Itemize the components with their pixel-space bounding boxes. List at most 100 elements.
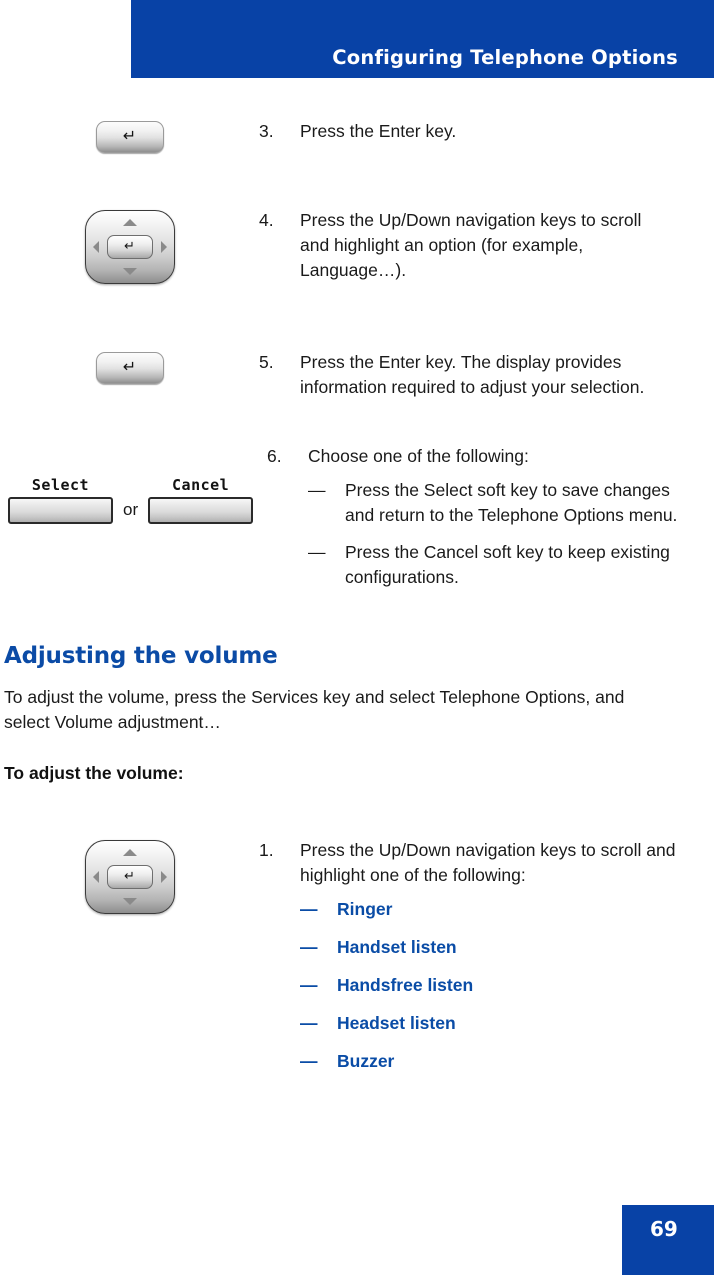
volume-option-label: Headset listen — [337, 1013, 456, 1033]
page-header-band: Configuring Telephone Options — [131, 0, 714, 78]
step-text: Choose one of the following: — [308, 444, 694, 469]
text-run: Press the — [345, 542, 424, 562]
step-row: ↵ 3. Press the Enter key. — [0, 119, 714, 153]
volume-option-item: — Handsfree listen — [300, 973, 694, 998]
emphasis-term: Language… — [300, 260, 396, 280]
enter-arrow-glyph: ↵ — [124, 238, 135, 254]
step-body: 3. Press the Enter key. — [259, 119, 714, 144]
step-number: 1. — [259, 840, 274, 860]
nav-left-triangle-icon — [92, 241, 99, 253]
sub-list-item-text: Press the Select soft key to save change… — [345, 478, 678, 528]
step-number: 4. — [259, 210, 274, 230]
sub-list-item: — Press the Select soft key to save chang… — [308, 478, 678, 528]
nav-down-triangle-icon — [122, 268, 137, 275]
step-number: 6. — [267, 446, 282, 466]
text-run: key and select — [318, 687, 440, 707]
volume-option-item: — Buzzer — [300, 1049, 694, 1074]
text-run: Press the — [300, 210, 379, 230]
step-row: ↵ 4. Press the Up/Down navigation keys t… — [0, 208, 714, 284]
step-body: 6. Choose one of the following: — Press t… — [267, 444, 714, 590]
emphasis-term: Cancel — [423, 542, 479, 562]
enter-key-icon: ↵ — [95, 121, 164, 153]
text-run: Press the — [300, 121, 379, 141]
text-run: Choose one of the following: — [308, 446, 529, 466]
step-number: 3. — [259, 121, 274, 141]
cancel-softkey-button[interactable] — [148, 497, 254, 524]
volume-option-label: Ringer — [337, 899, 393, 919]
em-dash-bullet: — — [300, 975, 318, 995]
text-run: menu. — [623, 505, 678, 525]
text-run: To adjust the volume, press the — [4, 687, 252, 707]
section-adjusting-volume: Adjusting the volume To adjust the volum… — [0, 643, 714, 786]
emphasis-term: Services — [251, 687, 319, 707]
volume-option-label: Handsfree listen — [337, 975, 474, 995]
text-run: Press the — [300, 840, 379, 860]
em-dash-bullet: — — [308, 542, 326, 562]
nav-up-triangle-icon — [122, 219, 137, 226]
volume-option-label: Handset listen — [337, 937, 457, 957]
cancel-softkey-label: Cancel — [172, 476, 230, 494]
nav-center-enter-key-icon: ↵ — [106, 235, 153, 259]
emphasis-term: Up/Down — [378, 840, 451, 860]
enter-arrow-glyph: ↵ — [124, 868, 135, 884]
step-illustration: Select or Cancel — [0, 444, 267, 524]
emphasis-term: Volume adjustment… — [54, 712, 221, 732]
enter-arrow-glyph: ↵ — [122, 357, 137, 376]
nav-right-triangle-icon — [160, 871, 167, 883]
step-illustration: ↵ — [0, 350, 259, 384]
step-body: 4. Press the Up/Down navigation keys to … — [259, 208, 714, 283]
step-body: 5. Press the Enter key. The display prov… — [259, 350, 714, 400]
step-row: ↵ 5. Press the Enter key. The display pr… — [0, 350, 714, 400]
em-dash-bullet: — — [300, 1051, 318, 1071]
text-run: Press the — [345, 480, 424, 500]
softkey-or-label: or — [123, 500, 139, 519]
footer-page-box: 69 — [622, 1205, 714, 1275]
section-paragraph: To adjust the volume, press the Services… — [4, 685, 652, 735]
em-dash-bullet: — — [300, 937, 318, 957]
nav-left-triangle-icon — [92, 871, 99, 883]
text-run: key. — [420, 121, 457, 141]
step-row: Select or Cancel 6. Choose one of the fo… — [0, 444, 714, 590]
nav-up-triangle-icon — [122, 849, 137, 856]
volume-option-item: — Headset listen — [300, 1011, 694, 1036]
navigation-cluster-icon: ↵ — [84, 210, 175, 284]
emphasis-term: Up/Down — [378, 210, 451, 230]
em-dash-bullet: — — [300, 899, 318, 919]
nav-center-enter-key-icon: ↵ — [106, 865, 153, 889]
page-content: ↵ 3. Press the Enter key. ↵ 4. Press the… — [0, 78, 714, 1087]
navigation-cluster-icon: ↵ — [84, 840, 175, 914]
step-sub-list: — Press the Select soft key to save chang… — [308, 478, 678, 590]
nav-right-triangle-icon — [160, 241, 167, 253]
emphasis-term: Select — [423, 480, 473, 500]
step-text: Press the Enter key. — [300, 119, 694, 144]
emphasis-term: Enter — [378, 121, 421, 141]
step-illustration: ↵ — [0, 119, 259, 153]
enter-arrow-glyph: ↵ — [122, 126, 137, 145]
section-heading: Adjusting the volume — [4, 643, 278, 669]
select-softkey-label: Select — [31, 476, 90, 494]
volume-option-item: — Ringer — [300, 897, 694, 922]
select-softkey-button[interactable] — [8, 497, 113, 524]
step-text: Press the Up/Down navigation keys to scr… — [300, 838, 690, 888]
sub-list-item: — Press the Cancel soft key to keep exist… — [308, 540, 678, 590]
page-number: 69 — [650, 1217, 678, 1241]
step-row: ↵ 1. Press the Up/Down navigation keys t… — [0, 838, 714, 1087]
cancel-softkey-group: Cancel — [148, 476, 254, 524]
text-run: ). — [395, 260, 407, 280]
text-run: Press the — [300, 352, 379, 372]
volume-option-label: Buzzer — [337, 1051, 395, 1071]
section-subheading: To adjust the volume: — [4, 763, 184, 783]
emphasis-term: Telephone Options — [439, 687, 586, 707]
select-softkey-group: Select — [8, 476, 113, 524]
step-text: Press the Enter key. The display provide… — [300, 350, 672, 400]
volume-options-list: — Ringer — Handset listen — Handsfree listen —… — [300, 897, 694, 1074]
enter-key-icon: ↵ — [95, 352, 164, 384]
page-title: Configuring Telephone Options — [332, 46, 678, 69]
step-text: Press the Up/Down navigation keys to scr… — [300, 208, 670, 283]
emphasis-term: Enter — [378, 352, 421, 372]
step-illustration: ↵ — [0, 838, 259, 914]
step-body: 1. Press the Up/Down navigation keys to … — [259, 838, 714, 1087]
volume-option-item: — Handset listen — [300, 935, 694, 960]
em-dash-bullet: — — [308, 480, 326, 500]
step-number: 5. — [259, 352, 274, 372]
